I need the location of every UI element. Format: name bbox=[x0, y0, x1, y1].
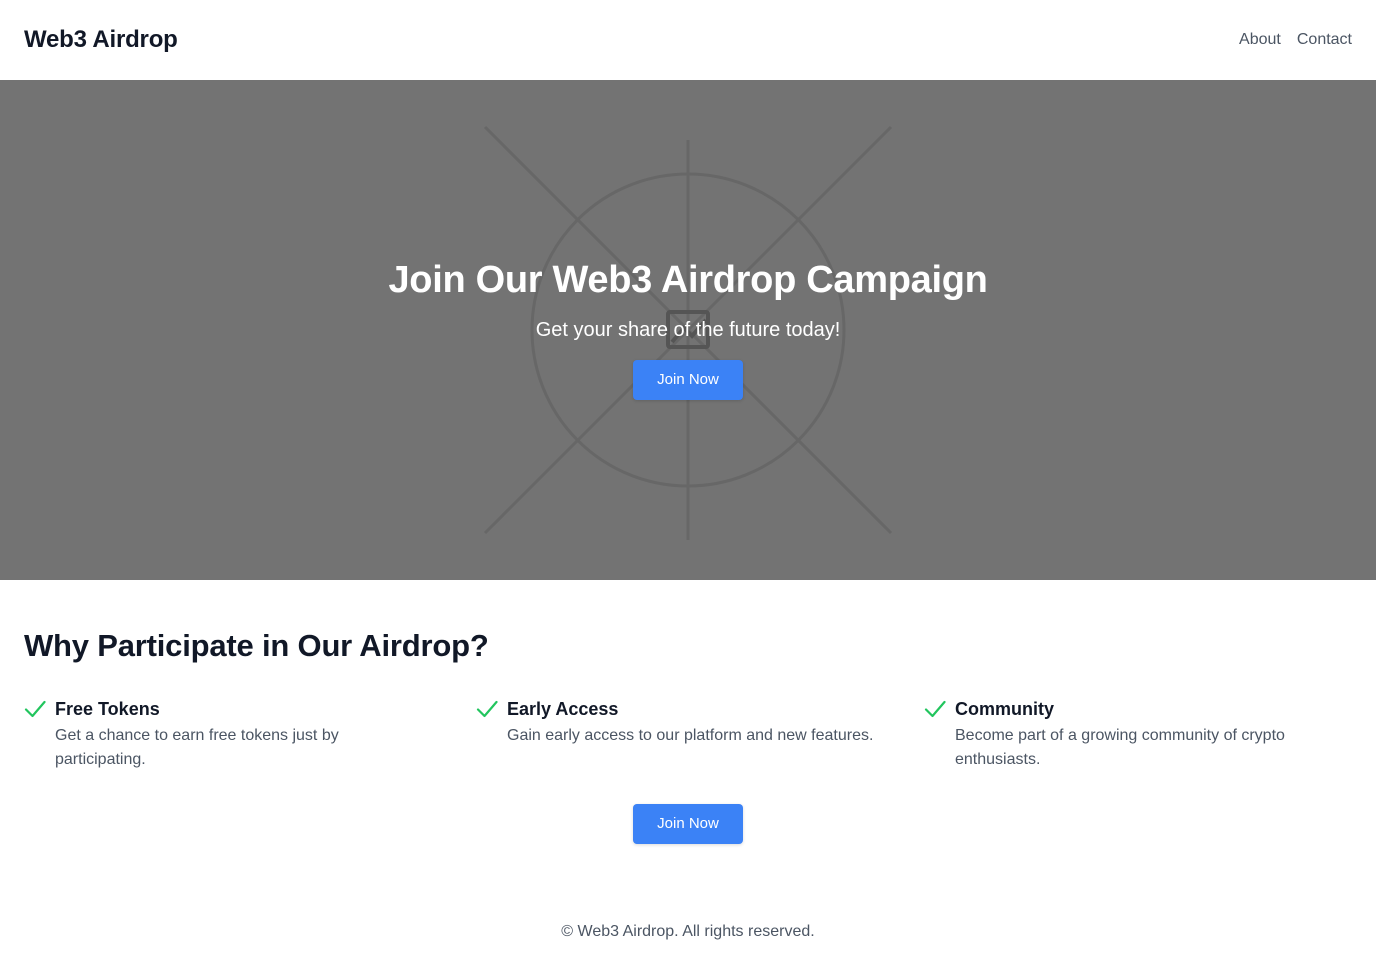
check-icon bbox=[924, 700, 946, 718]
nav-link-contact[interactable]: Contact bbox=[1297, 28, 1352, 52]
hero-subtitle: Get your share of the future today! bbox=[535, 319, 841, 341]
hero-join-now-button[interactable]: Join Now bbox=[633, 360, 743, 400]
footer-copyright: © Web3 Airdrop. All rights reserved. bbox=[561, 923, 815, 940]
features-title: Why Participate in Our Airdrop? bbox=[24, 628, 489, 663]
feature-description: Gain early access to our platform and ne… bbox=[507, 727, 874, 744]
check-icon bbox=[476, 700, 498, 718]
brand-logo[interactable]: Web3 Airdrop bbox=[24, 24, 178, 56]
feature-title: Free Tokens bbox=[55, 699, 160, 719]
top-nav: About Contact bbox=[1239, 28, 1352, 52]
hero-banner: Join Our Web3 Airdrop Campaign Get your … bbox=[0, 80, 1376, 580]
feature-title: Community bbox=[955, 699, 1054, 719]
join-now-button[interactable]: Join Now bbox=[633, 804, 743, 844]
nav-link-about[interactable]: About bbox=[1239, 28, 1281, 52]
feature-description: Get a chance to earn free tokens just by… bbox=[55, 727, 339, 768]
feature-title: Early Access bbox=[507, 699, 619, 719]
site-header: Web3 Airdrop About Contact bbox=[0, 0, 1376, 80]
check-icon bbox=[24, 700, 46, 718]
hero-title: Join Our Web3 Airdrop Campaign bbox=[388, 259, 988, 301]
feature-description: Become part of a growing community of cr… bbox=[955, 727, 1285, 768]
